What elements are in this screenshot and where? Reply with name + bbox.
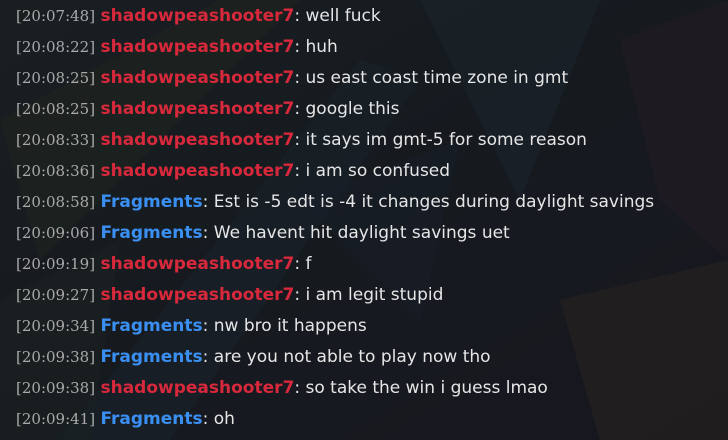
message-text: i am so confused: [305, 161, 451, 181]
message-colon: :: [202, 223, 209, 243]
message-text: us east coast time zone in gmt: [305, 68, 569, 88]
message-text: it says im gmt-5 for some reason: [305, 130, 587, 150]
chat-message: [20:08:33] shadowpeashooter7: it says im…: [16, 125, 587, 156]
message-colon: :: [294, 285, 301, 305]
message-text: huh: [305, 37, 338, 57]
message-colon: :: [294, 161, 301, 181]
message-text: f: [305, 254, 312, 274]
message-colon: :: [294, 99, 301, 119]
message-username[interactable]: shadowpeashooter7: [100, 254, 294, 274]
message-username[interactable]: shadowpeashooter7: [100, 99, 294, 119]
message-username[interactable]: shadowpeashooter7: [100, 37, 294, 57]
message-timestamp: [20:08:36]: [16, 162, 96, 180]
chat-log: [20:07:48] shadowpeashooter7: well fuck[…: [0, 0, 728, 440]
chat-message: [20:08:25] shadowpeashooter7: google thi…: [16, 94, 400, 125]
message-colon: :: [294, 68, 301, 88]
message-timestamp: [20:09:34]: [16, 317, 96, 335]
message-timestamp: [20:08:22]: [16, 38, 96, 56]
chat-message: [20:09:06] Fragments: We havent hit dayl…: [16, 218, 510, 249]
message-timestamp: [20:09:06]: [16, 224, 96, 242]
message-username[interactable]: shadowpeashooter7: [100, 68, 294, 88]
message-text: oh: [213, 409, 235, 429]
message-timestamp: [20:09:27]: [16, 286, 96, 304]
chat-message: [20:08:25] shadowpeashooter7: us east co…: [16, 63, 568, 94]
message-timestamp: [20:09:38]: [16, 379, 96, 397]
message-colon: :: [294, 254, 301, 274]
message-username[interactable]: Fragments: [100, 316, 202, 336]
message-text: google this: [305, 99, 400, 119]
chat-message: [20:09:41] Fragments: oh: [16, 404, 235, 435]
chat-message: [20:09:38] Fragments: are you not able t…: [16, 342, 491, 373]
chat-message: [20:09:19] shadowpeashooter7: f: [16, 249, 312, 280]
message-timestamp: [20:08:25]: [16, 100, 96, 118]
chat-message: [20:08:36] shadowpeashooter7: i am so co…: [16, 156, 450, 187]
message-username[interactable]: Fragments: [100, 347, 202, 367]
message-timestamp: [20:08:33]: [16, 131, 96, 149]
message-timestamp: [20:08:58]: [16, 193, 96, 211]
message-text: so take the win i guess lmao: [305, 378, 548, 398]
message-text: are you not able to play now tho: [213, 347, 491, 367]
chat-message: [20:08:58] Fragments: Est is -5 edt is -…: [16, 187, 654, 218]
message-username[interactable]: Fragments: [100, 192, 202, 212]
message-timestamp: [20:09:41]: [16, 410, 96, 428]
message-colon: :: [202, 347, 209, 367]
message-colon: :: [294, 6, 301, 26]
chat-message: [20:09:38] shadowpeashooter7: so take th…: [16, 373, 548, 404]
message-username[interactable]: shadowpeashooter7: [100, 6, 294, 26]
chat-message: [20:08:22] shadowpeashooter7: huh: [16, 32, 338, 63]
message-text: Est is -5 edt is -4 it changes during da…: [213, 192, 655, 212]
message-username[interactable]: shadowpeashooter7: [100, 285, 294, 305]
message-username[interactable]: shadowpeashooter7: [100, 161, 294, 181]
message-timestamp: [20:07:48]: [16, 7, 96, 25]
message-text: We havent hit daylight savings uet: [213, 223, 510, 243]
message-username[interactable]: Fragments: [100, 409, 202, 429]
message-text: nw bro it happens: [213, 316, 367, 336]
message-timestamp: [20:09:19]: [16, 255, 96, 273]
chat-message: [20:09:34] Fragments: nw bro it happens: [16, 311, 367, 342]
chat-message: [20:09:27] shadowpeashooter7: i am legit…: [16, 280, 443, 311]
message-timestamp: [20:08:25]: [16, 69, 96, 87]
message-username[interactable]: shadowpeashooter7: [100, 130, 294, 150]
message-colon: :: [294, 37, 301, 57]
message-timestamp: [20:09:38]: [16, 348, 96, 366]
message-username[interactable]: shadowpeashooter7: [100, 378, 294, 398]
message-text: i am legit stupid: [305, 285, 444, 305]
message-colon: :: [202, 409, 209, 429]
message-colon: :: [294, 130, 301, 150]
message-colon: :: [294, 378, 301, 398]
message-colon: :: [202, 316, 209, 336]
chat-message: [20:07:48] shadowpeashooter7: well fuck: [16, 1, 381, 32]
message-colon: :: [202, 192, 209, 212]
message-username[interactable]: Fragments: [100, 223, 202, 243]
message-text: well fuck: [305, 6, 381, 26]
